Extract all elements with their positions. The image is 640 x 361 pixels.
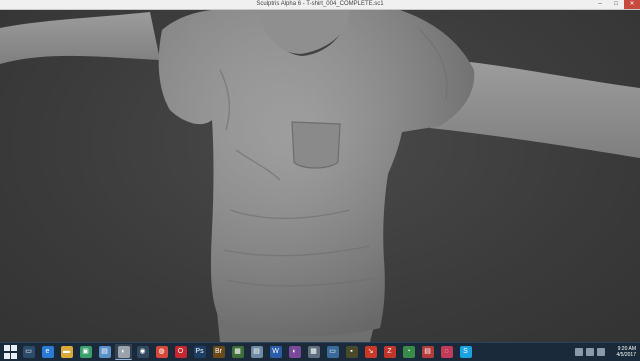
shirt-pocket xyxy=(291,121,341,169)
left-arm xyxy=(0,12,160,64)
internet-explorer-glyph: e xyxy=(41,346,54,358)
taskbar-calculator-icon[interactable]: ▦ xyxy=(305,344,322,360)
photo-viewer-glyph: ▣ xyxy=(79,346,92,358)
window-controls: – □ ✕ xyxy=(592,0,640,9)
notepad-glyph: ▤ xyxy=(250,346,263,358)
taskbar-word-icon[interactable]: W xyxy=(267,344,284,360)
taskbar-filezilla-icon[interactable]: Z xyxy=(381,344,398,360)
taskbar-shortcut-tool-icon[interactable]: ↘ xyxy=(362,344,379,360)
taskbar-photoshop-icon[interactable]: Ps xyxy=(191,344,208,360)
taskbar-opera-icon[interactable]: O xyxy=(172,344,189,360)
tshirt-model xyxy=(0,10,640,342)
tray-volume-icon[interactable] xyxy=(597,348,605,356)
taskbar-media-player-icon[interactable]: ◐ xyxy=(286,344,303,360)
taskbar-internet-explorer-icon[interactable]: e xyxy=(39,344,56,360)
calculator-glyph: ▦ xyxy=(307,346,320,358)
taskbar-color-tool-icon[interactable]: ◔ xyxy=(400,344,417,360)
opera-glyph: O xyxy=(174,346,187,358)
skype-glyph: S xyxy=(459,346,472,358)
media-player-glyph: ◐ xyxy=(288,346,301,358)
taskbar-cleaner-icon[interactable]: ◌ xyxy=(438,344,455,360)
taskbar-desktop-icon[interactable]: ▭ xyxy=(20,344,37,360)
start-button[interactable] xyxy=(4,345,18,359)
pdf-reader-glyph: ▤ xyxy=(421,346,434,358)
tray-network-icon[interactable] xyxy=(586,348,594,356)
shortcut-tool-glyph: ↘ xyxy=(364,346,377,358)
taskbar-pdf-reader-icon[interactable]: ▤ xyxy=(419,344,436,360)
clock-date: 4/5/2017 xyxy=(616,352,636,358)
taskbar-file-explorer-icon[interactable]: ▬ xyxy=(58,344,75,360)
window-titlebar: Sculptris Alpha 6 - T-shirt_004_COMPLETE… xyxy=(0,0,640,10)
taskbar-skype-icon[interactable]: S xyxy=(457,344,474,360)
illustrator-glyph: ▦ xyxy=(231,346,244,358)
taskbar-chrome-icon[interactable]: ◍ xyxy=(153,344,170,360)
desktop-glyph: ▭ xyxy=(22,346,35,358)
taskbar-clock[interactable]: 9:20 AM 4/5/2017 xyxy=(612,346,636,358)
filezilla-glyph: Z xyxy=(383,346,396,358)
window-title: Sculptris Alpha 6 - T-shirt_004_COMPLETE… xyxy=(256,1,384,7)
minimize-button[interactable]: – xyxy=(592,0,608,9)
taskbar-apps: ▭ e ▬ ▣ ▤ ◐ ◉ ◍ O Ps Br ▦ ▤ W ◐ ▦ ▭ ▪ ↘ Z ◔ ▤ ◌ S xyxy=(20,344,476,360)
file-explorer-glyph: ▬ xyxy=(60,346,73,358)
taskbar-photo-viewer-icon[interactable]: ▣ xyxy=(77,344,94,360)
photoshop-glyph: Ps xyxy=(193,346,206,358)
tray-flag-icon[interactable] xyxy=(575,348,583,356)
close-button[interactable]: ✕ xyxy=(624,0,640,9)
taskbar-notepad-icon[interactable]: ▤ xyxy=(248,344,265,360)
taskbar-bridge-icon[interactable]: Br xyxy=(210,344,227,360)
sculpt-viewport[interactable] xyxy=(0,10,640,342)
taskbar-picture-manager-icon[interactable]: ▤ xyxy=(96,344,113,360)
windows-taskbar: ▭ e ▬ ▣ ▤ ◐ ◉ ◍ O Ps Br ▦ ▤ W ◐ ▦ ▭ ▪ ↘ Z ◔ ▤ ◌ S 9:20 AM 4/5/2… xyxy=(0,342,640,361)
system-tray: 9:20 AM 4/5/2017 xyxy=(575,343,636,361)
sculptris-glyph: ◐ xyxy=(117,345,130,358)
color-tool-glyph: ◔ xyxy=(402,346,415,358)
chrome-glyph: ◍ xyxy=(155,346,168,358)
maximize-button[interactable]: □ xyxy=(608,0,624,9)
taskbar-sculptris-icon[interactable]: ◐ xyxy=(115,344,132,360)
cleaner-glyph: ◌ xyxy=(440,346,453,358)
taskbar-steam-icon[interactable]: ◉ xyxy=(134,344,151,360)
taskbar-illustrator-icon[interactable]: ▦ xyxy=(229,344,246,360)
monitor-app-glyph: ▭ xyxy=(326,346,339,358)
steam-glyph: ◉ xyxy=(136,346,149,358)
picture-manager-glyph: ▤ xyxy=(98,346,111,358)
taskbar-monitor-app-icon[interactable]: ▭ xyxy=(324,344,341,360)
terminal-glyph: ▪ xyxy=(345,346,358,358)
taskbar-terminal-icon[interactable]: ▪ xyxy=(343,344,360,360)
word-glyph: W xyxy=(269,346,282,358)
bridge-glyph: Br xyxy=(212,346,225,358)
